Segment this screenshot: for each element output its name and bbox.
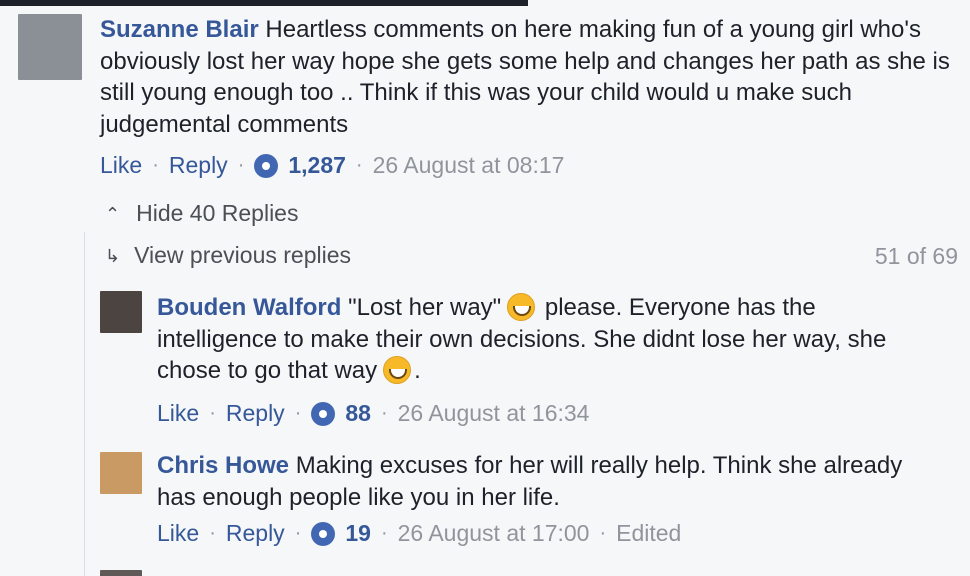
- separator-dot: ·: [599, 522, 607, 544]
- reply-author[interactable]: Chris Howe: [157, 452, 289, 479]
- separator-dot: ·: [209, 402, 216, 424]
- reply-arrow-icon: ↳: [105, 245, 121, 266]
- separator-dot: ·: [294, 402, 302, 424]
- reaction-count[interactable]: 1,287: [288, 152, 346, 179]
- comment-author[interactable]: Suzanne Blair: [100, 16, 259, 43]
- reply-button[interactable]: Reply: [226, 520, 285, 547]
- hide-replies-button[interactable]: ⌃ Hide 40 Replies: [105, 200, 298, 227]
- reply-page-count: 51 of 69: [874, 243, 958, 269]
- view-previous-replies-button[interactable]: ↳ View previous replies: [105, 242, 351, 269]
- like-button[interactable]: Like: [100, 152, 142, 179]
- separator-dot: ·: [294, 522, 302, 544]
- separator-dot: ·: [237, 154, 245, 176]
- laughing-emoji-icon: [504, 293, 536, 321]
- avatar[interactable]: [100, 452, 142, 494]
- timestamp[interactable]: 26 August at 17:00: [398, 520, 590, 547]
- like-button[interactable]: Like: [157, 400, 199, 427]
- like-button[interactable]: Like: [157, 520, 199, 547]
- like-reaction-icon[interactable]: [311, 521, 336, 546]
- reply-button[interactable]: Reply: [226, 400, 285, 427]
- edited-label[interactable]: Edited: [616, 520, 681, 547]
- top-divider-bar: [0, 0, 528, 6]
- like-reaction-icon[interactable]: [311, 401, 336, 426]
- avatar[interactable]: [18, 14, 82, 80]
- laughing-emoji-icon: [380, 356, 412, 384]
- comment-actions: Like · Reply · 1,287 · 26 August at 08:1…: [100, 152, 564, 179]
- separator-dot: ·: [355, 154, 363, 176]
- hide-replies-label[interactable]: Hide 40 Replies: [136, 200, 298, 227]
- main-comment: Suzanne Blair Heartless comments on here…: [100, 14, 965, 140]
- reply-comment: Bouden Walford "Lost her way" please. Ev…: [157, 292, 937, 387]
- separator-dot: ·: [380, 522, 388, 544]
- reply-text-start: "Lost her way": [341, 294, 502, 321]
- avatar[interactable]: [100, 570, 142, 576]
- avatar[interactable]: [100, 291, 142, 333]
- timestamp[interactable]: 26 August at 08:17: [373, 152, 565, 179]
- reply-button[interactable]: Reply: [169, 152, 228, 179]
- reply-comment: Chris Howe Making excuses for her will r…: [157, 450, 937, 513]
- comment-thread-page: Suzanne Blair Heartless comments on here…: [0, 0, 970, 576]
- timestamp[interactable]: 26 August at 16:34: [398, 400, 590, 427]
- reply-author[interactable]: Bouden Walford: [157, 294, 341, 321]
- reaction-count[interactable]: 88: [345, 400, 371, 427]
- separator-dot: ·: [380, 402, 388, 424]
- separator-dot: ·: [209, 522, 216, 544]
- like-reaction-icon[interactable]: [254, 153, 279, 178]
- view-previous-label[interactable]: View previous replies: [134, 242, 351, 269]
- reaction-count[interactable]: 19: [345, 520, 371, 547]
- separator-dot: ·: [152, 154, 159, 176]
- reply-thread-line: [84, 232, 85, 576]
- reply-actions: Like · Reply · 19 · 26 August at 17:00 ·…: [157, 520, 681, 547]
- chevron-up-icon: ⌃: [105, 203, 121, 224]
- reply-text-end: .: [414, 357, 421, 384]
- reply-actions: Like · Reply · 88 · 26 August at 16:34: [157, 400, 589, 427]
